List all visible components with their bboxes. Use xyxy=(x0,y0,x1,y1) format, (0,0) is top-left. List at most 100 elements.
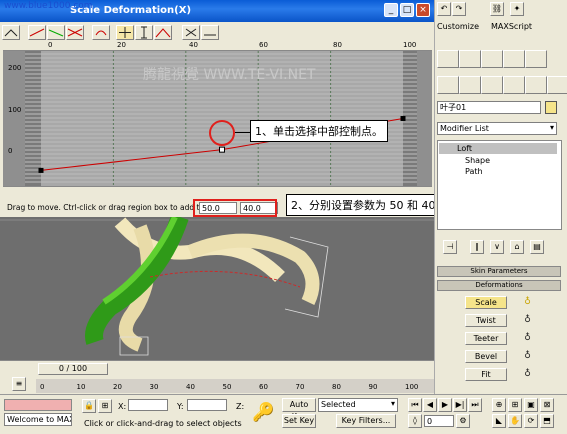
stack-item-loft[interactable]: Loft xyxy=(439,143,557,154)
star-shape-icon[interactable] xyxy=(525,50,547,68)
select-link-icon[interactable]: ⛓ xyxy=(490,2,504,16)
go-to-start-icon[interactable]: ⏮ xyxy=(408,398,422,412)
next-frame-icon[interactable]: ▶| xyxy=(453,398,467,412)
deformations-rollout[interactable]: Deformations xyxy=(437,280,561,291)
fit-deformation-button[interactable]: Fit xyxy=(465,368,507,381)
create-tab-icon[interactable] xyxy=(437,76,459,94)
render-icon[interactable]: ✦ xyxy=(510,2,524,16)
chevron-down-icon: ▾ xyxy=(390,399,395,408)
modifier-list-dropdown[interactable]: Modifier List ▾ xyxy=(437,122,557,135)
timeline-tick: 40 xyxy=(186,383,195,391)
donut-shape-icon[interactable] xyxy=(459,50,481,68)
current-frame-field[interactable]: 0 xyxy=(424,415,454,427)
zoom-all-icon[interactable]: ⊞ xyxy=(508,398,522,412)
y-coordinate-field[interactable] xyxy=(187,399,227,411)
twist-deformation-button[interactable]: Twist xyxy=(465,314,507,327)
remove-modifier-icon[interactable]: ⌂ xyxy=(510,240,524,254)
insert-corner-point-icon[interactable] xyxy=(154,25,172,40)
key-mode-icon[interactable]: ◊ xyxy=(408,414,422,428)
make-unique-icon[interactable]: ∨ xyxy=(490,240,504,254)
teeter-deformation-button[interactable]: Teeter xyxy=(465,332,507,345)
reset-curve-icon[interactable] xyxy=(201,25,219,40)
move-control-point-icon[interactable] xyxy=(116,25,134,40)
track-bar[interactable]: 0 10 20 30 40 50 60 70 80 90 100 xyxy=(36,379,434,393)
auto-key-button[interactable]: Auto Key xyxy=(282,398,316,421)
zoom-extents-all-icon[interactable]: ⊠ xyxy=(540,398,554,412)
go-to-end-icon[interactable]: ⏭ xyxy=(468,398,482,412)
key-icon[interactable]: 🔑 xyxy=(252,403,276,423)
open-mini-curve-editor-icon[interactable]: ≡ xyxy=(12,377,26,391)
pan-icon[interactable]: ✋ xyxy=(508,414,522,428)
menu-maxscript[interactable]: MAXScript xyxy=(491,22,532,31)
stack-item-path[interactable]: Path xyxy=(465,167,483,176)
absolute-mode-icon[interactable]: ⊞ xyxy=(98,399,112,413)
scale-bulb-icon[interactable]: ♁ xyxy=(523,297,532,308)
stack-item-shape[interactable]: Shape xyxy=(465,156,490,165)
hierarchy-tab-icon[interactable] xyxy=(481,76,503,94)
swap-curves-icon[interactable] xyxy=(92,25,110,40)
display-x-axis-icon[interactable] xyxy=(28,25,46,40)
modifier-stack[interactable]: Loft Shape Path xyxy=(437,140,562,230)
modify-tab-icon[interactable] xyxy=(459,76,481,94)
welcome-field[interactable]: Welcome to MAX xyxy=(4,413,72,426)
zoom-extents-icon[interactable]: ▣ xyxy=(524,398,538,412)
selected-label: Selected xyxy=(321,400,356,409)
maximize-button[interactable]: □ xyxy=(400,3,414,17)
x-coordinate-field[interactable] xyxy=(128,399,168,411)
menu-customize[interactable]: Customize xyxy=(437,22,479,31)
time-slider[interactable]: 0 / 100 xyxy=(38,363,108,375)
twist-bulb-icon[interactable]: ♁ xyxy=(523,315,532,326)
lock-selection-icon[interactable]: 🔒 xyxy=(82,399,96,413)
zoom-icon[interactable]: ⊕ xyxy=(492,398,506,412)
bevel-bulb-icon[interactable]: ♁ xyxy=(523,351,532,362)
display-xy-axes-icon[interactable] xyxy=(66,25,84,40)
graph-ruler: 0 20 40 60 80 100 xyxy=(3,40,432,51)
stack-item-label: Loft xyxy=(457,144,473,153)
configure-sets-icon[interactable]: ▤ xyxy=(530,240,544,254)
delete-control-point-icon[interactable] xyxy=(182,25,200,40)
deformation-graph[interactable]: 腾龍視覺 WWW.TE-VI.NET xyxy=(3,40,432,186)
motion-tab-icon[interactable] xyxy=(503,76,525,94)
curve-plot[interactable]: 腾龍視覺 WWW.TE-VI.NET xyxy=(3,40,432,186)
undo-icon[interactable]: ↶ xyxy=(437,2,451,16)
arc-shape-icon[interactable] xyxy=(437,50,459,68)
pin-stack-icon[interactable]: ⊣ xyxy=(443,240,457,254)
minimize-button[interactable]: _ xyxy=(384,3,398,17)
time-configuration-icon[interactable]: ⚙ xyxy=(456,414,470,428)
make-symmetrical-icon[interactable] xyxy=(2,25,20,40)
y-tick-label: 200 xyxy=(8,64,22,72)
field-of-view-icon[interactable]: ◣ xyxy=(492,414,506,428)
text-shape-icon[interactable] xyxy=(503,50,525,68)
y-tick-label: 100 xyxy=(8,106,22,114)
teeter-bulb-icon[interactable]: ♁ xyxy=(523,333,532,344)
bevel-deformation-button[interactable]: Bevel xyxy=(465,350,507,363)
arc-rotate-icon[interactable]: ⟳ xyxy=(524,414,538,428)
maxscript-listener-box[interactable] xyxy=(4,399,72,411)
ruler-tick: 80 xyxy=(333,41,342,49)
object-name-field[interactable]: 叶子01 xyxy=(437,101,541,114)
utilities-tab-icon[interactable] xyxy=(547,76,567,94)
timeline-area: 0 / 100 ≡ 0 10 20 30 40 50 60 70 80 90 100 xyxy=(0,360,434,395)
redo-icon[interactable]: ↷ xyxy=(452,2,466,16)
perspective-viewport[interactable] xyxy=(0,214,434,360)
play-icon[interactable]: ▶ xyxy=(438,398,452,412)
key-filters-button[interactable]: Key Filters... xyxy=(336,414,396,428)
maximize-viewport-icon[interactable]: ⬒ xyxy=(540,414,554,428)
fit-bulb-icon[interactable]: ♁ xyxy=(523,369,532,380)
set-key-button[interactable]: Set Key xyxy=(282,414,316,428)
skin-parameters-rollout[interactable]: Skin Parameters xyxy=(437,266,561,277)
ngon-shape-icon[interactable] xyxy=(481,50,503,68)
previous-frame-icon[interactable]: ◀ xyxy=(423,398,437,412)
selected-dropdown[interactable]: Selected ▾ xyxy=(318,398,398,412)
close-button[interactable]: × xyxy=(416,3,430,17)
display-tab-icon[interactable] xyxy=(525,76,547,94)
scale-deformation-button[interactable]: Scale xyxy=(465,296,507,309)
modifier-list-label: Modifier List xyxy=(440,124,489,133)
scale-control-point-icon[interactable] xyxy=(135,25,153,40)
graph-watermark: 腾龍視覺 WWW.TE-VI.NET xyxy=(143,66,316,83)
show-end-result-icon[interactable]: ∥ xyxy=(470,240,484,254)
timeline-tick: 20 xyxy=(113,383,122,391)
object-color-swatch[interactable] xyxy=(545,101,557,114)
display-y-axis-icon[interactable] xyxy=(47,25,65,40)
ruler-tick: 60 xyxy=(259,41,268,49)
